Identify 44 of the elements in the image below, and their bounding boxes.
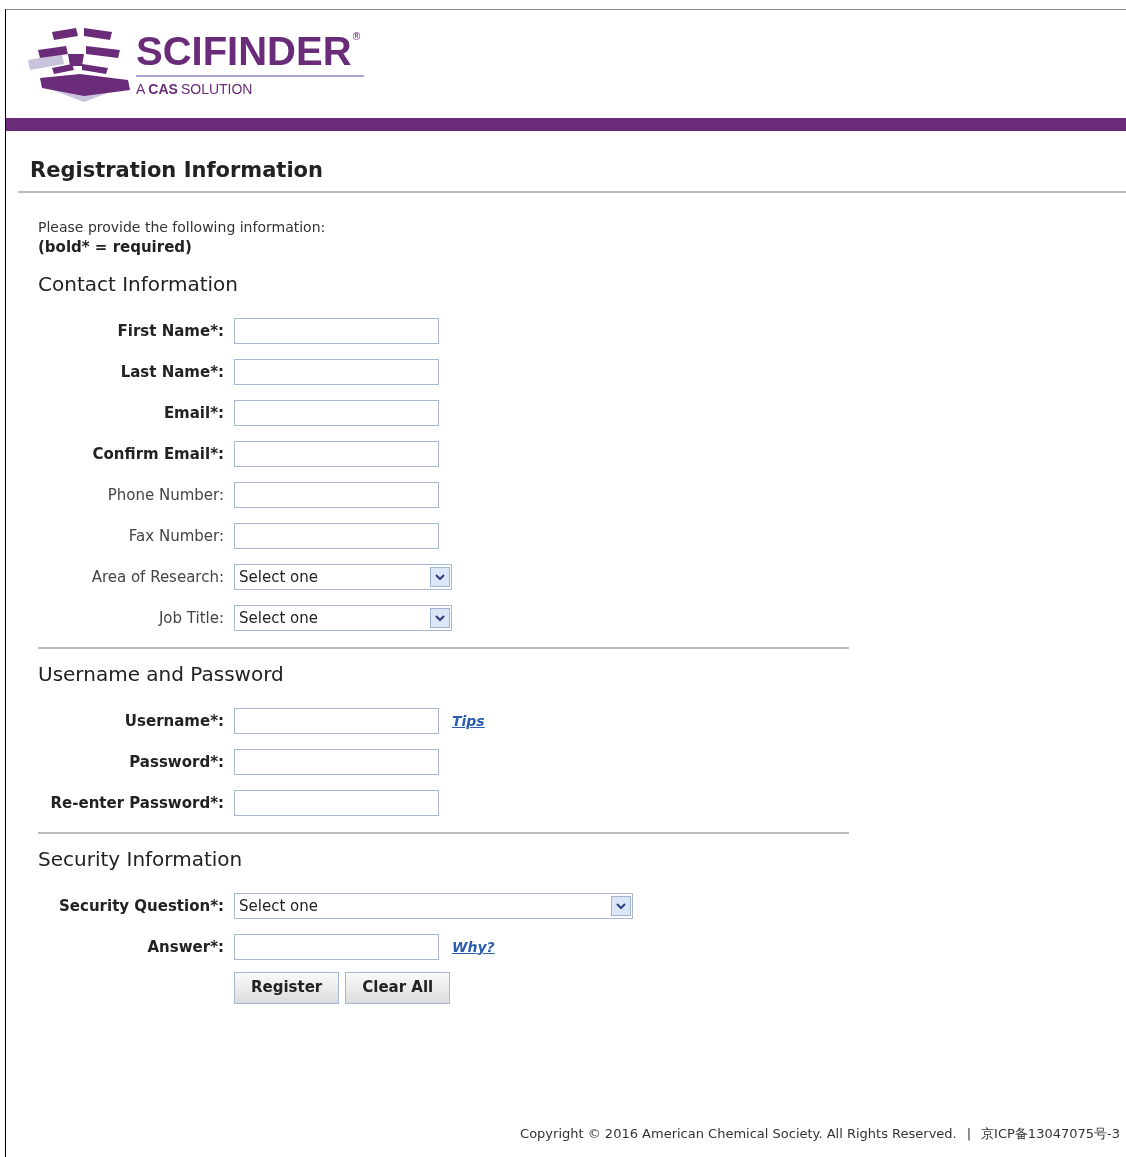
field-label: Answer*: (146, 936, 225, 958)
select-dropdown[interactable]: Select one (234, 564, 452, 590)
text-input-field[interactable] (234, 934, 439, 960)
field-label: Username*: (123, 710, 225, 732)
text-input-field[interactable] (234, 359, 439, 385)
tagline-text: SOLUTION (180, 79, 253, 99)
section-heading: Contact Information (38, 270, 239, 298)
select-dropdown[interactable]: Select one (234, 893, 633, 919)
section-heading: Security Information (38, 845, 244, 873)
text-input-field[interactable] (234, 708, 439, 734)
copyright-text: Copyright © 2016 American Chemical Society. All Rights Reserved. (520, 1124, 957, 1143)
field-label: Job Title: (157, 607, 225, 629)
field-label: First Name*: (116, 320, 225, 342)
text-input-field[interactable] (234, 441, 439, 467)
required-legend: (bold* = required) (38, 236, 849, 257)
field-label: Last Name*: (119, 361, 225, 383)
text-input-field[interactable] (234, 482, 439, 508)
help-link[interactable]: Why? (452, 936, 495, 958)
form-button[interactable]: Clear All (345, 971, 451, 1004)
field-label: Password*: (128, 751, 225, 773)
tagline-text: A (136, 79, 146, 99)
field-label: Security Question*: (58, 895, 225, 917)
text-input-field[interactable] (234, 318, 439, 344)
field-label: Confirm Email*: (91, 443, 225, 465)
page-title: Registration Information (30, 157, 324, 184)
field-label: Fax Number: (127, 525, 225, 547)
field-label: Email*: (162, 402, 225, 424)
form-button[interactable]: Register (234, 971, 340, 1004)
registered-mark: ® (351, 29, 362, 44)
text-input-field[interactable] (234, 523, 439, 549)
text-input-field[interactable] (234, 749, 439, 775)
text-input-field[interactable] (234, 400, 439, 426)
license-text: 京ICP备13047075号-3 (981, 1124, 1120, 1143)
intro-text: Please provide the following information: (38, 217, 327, 237)
section-heading: Username and Password (38, 660, 285, 688)
field-label: Phone Number: (106, 484, 225, 506)
select-dropdown[interactable]: Select one (234, 605, 452, 631)
help-link[interactable]: Tips (452, 710, 485, 732)
separator-text: | (966, 1124, 972, 1143)
tagline-text: CAS (148, 79, 178, 99)
text-input-field[interactable] (234, 790, 439, 816)
brand-name: SCIFINDER (136, 28, 352, 73)
field-label: Area of Research: (90, 566, 225, 588)
field-label: Re-enter Password*: (49, 792, 225, 814)
